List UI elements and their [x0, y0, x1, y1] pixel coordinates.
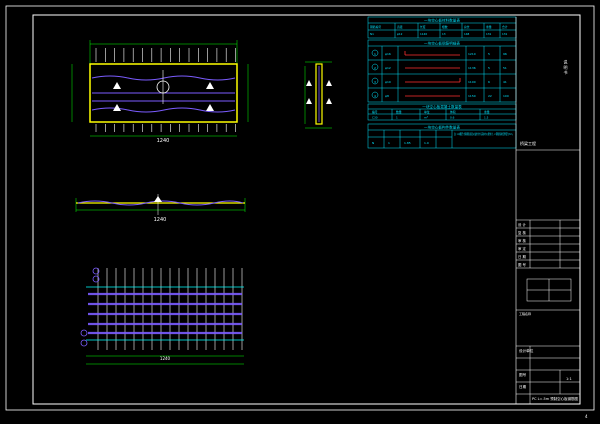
rebar-layout-view: 1240 — [80, 267, 244, 365]
title-block-row-label: 审 核 — [518, 238, 526, 243]
table-mid-wt: 51 — [503, 66, 507, 70]
table-foot-cell: N — [372, 141, 374, 145]
title-block-title: PC L=.5m 预制空心板钢筋图 — [532, 396, 578, 401]
plan-view: 1240 — [71, 40, 249, 144]
table-low-cell: 1.5 — [484, 116, 489, 120]
table-top-cell: 13 — [442, 32, 446, 36]
table-foot-cell: 1 — [388, 141, 390, 145]
side-note: 说 明 书 — [564, 59, 569, 76]
table-low-cell: 1 — [396, 116, 398, 120]
table-mid-cnt: 6 — [488, 80, 490, 84]
table-top-cell: 148 — [464, 32, 470, 36]
table-low-header: 重量 — [484, 110, 490, 114]
design-unit: 设计单位 — [519, 348, 534, 353]
elevation-view: 1240 — [75, 194, 246, 223]
table-mid-wt: 96 — [503, 52, 507, 56]
table-top-header: 重量 — [486, 25, 492, 29]
table-mid-cnt: 22 — [488, 94, 492, 98]
table-mid-dia: φ8 — [385, 94, 389, 98]
table-foot-cell: 1.0 — [424, 141, 429, 145]
table-top-cell: 131 — [486, 32, 492, 36]
table-top-cells: 钢筋编号 直径 长度 根数 总长 重量 合计 N1 φ12 1140 13 148 131 131 — [370, 25, 508, 36]
table-low-cell: C30 — [372, 116, 378, 120]
rebar-dim-total: 1240 — [160, 356, 171, 361]
title-label: 桥梁工程 — [520, 140, 536, 146]
table-mid-wt: 100 — [503, 94, 509, 98]
table-low-header: 编号 — [372, 110, 378, 114]
table-mid-no: 3 — [374, 80, 376, 84]
table-top-title: 一块空心板材料数量表 — [424, 18, 460, 23]
table-mid-cells: 1 φ16 1210 5 96 2 φ12 1136 5 51 3 φ10 1100 6 41 4 φ8 1150… — [374, 52, 509, 98]
table-mid-len: 1150 — [468, 94, 476, 98]
inner-border — [32, 14, 581, 405]
title-block-row-label: 日 期 — [518, 254, 526, 259]
date-label: 日期 — [519, 384, 527, 389]
table-mid-len: 1136 — [468, 66, 476, 70]
cad-drawing-canvas: 1240 1240 1240 一块空心板材料数量表 一块空心板钢筋明细表 一块空… — [5, 5, 595, 419]
table-mid-wt: 41 — [503, 80, 507, 84]
elev-dim-total: 1240 — [154, 217, 167, 223]
project-label: 工程名称 — [519, 311, 531, 316]
table-mid-no: 1 — [374, 52, 376, 56]
section-view — [304, 61, 332, 129]
table-mid-title: 一块空心板钢筋明细表 — [424, 41, 460, 46]
table-low-header: 单位 — [424, 110, 430, 114]
table-low-header: 体积 — [450, 110, 456, 114]
table-top-header: 总长 — [464, 25, 470, 29]
table-top-cell: 1140 — [420, 32, 427, 36]
table-mid-no: 2 — [374, 66, 376, 70]
table-top-cell: 131 — [502, 32, 508, 36]
drawing-no-label: 图号 — [519, 372, 527, 377]
title-block-row-label: 复 核 — [518, 230, 526, 235]
table-top-header: 钢筋编号 — [370, 25, 381, 29]
plan-dim-total: 1240 — [157, 138, 170, 144]
table-top-cell: φ12 — [397, 32, 403, 36]
table-foot-title: 一块空心板构件数量表 — [424, 125, 460, 130]
scale-label: 1:1 — [566, 377, 572, 381]
table-mid-dia: φ10 — [385, 80, 391, 84]
table-top-header: 直径 — [397, 25, 403, 29]
table-top-header: 根数 — [442, 25, 448, 29]
table-foot-cell: 1.85 — [404, 141, 411, 145]
table-low-header: 数量 — [396, 110, 402, 114]
table-top-header: 合计 — [502, 25, 508, 29]
table-low-cells: 编号 数量 单位 体积 重量 C30 1 m³ 0.6 1.5 — [372, 110, 490, 120]
table-mid-no: 4 — [374, 94, 376, 98]
table-low-title: 一块空心板混凝土数量表 — [422, 104, 462, 109]
table-mid-cnt: 5 — [488, 66, 490, 70]
corner-number: 4 — [585, 414, 588, 419]
title-block-row-label: 审 定 — [518, 246, 526, 251]
table-top-header: 长度 — [420, 25, 426, 29]
table-foot-note: 注: 1.本图尺寸除钢筋直径以毫米计外,其余均以厘米计。2.钢筋保护层厚度为3c… — [454, 132, 514, 136]
table-low-cell: m³ — [424, 116, 428, 120]
table-top-cell: N1 — [370, 32, 374, 36]
title-block-row-label: 设 计 — [518, 222, 526, 227]
table-foot-cells: N 1 1.85 1.0 — [372, 141, 429, 145]
table-mid-len: 1100 — [468, 80, 476, 84]
table-mid-dia: φ12 — [385, 66, 391, 70]
table-mid-len: 1210 — [468, 52, 476, 56]
table-mid-dia: φ16 — [385, 52, 391, 56]
title-block-row-label: 图 号 — [518, 262, 526, 267]
table-mid-cnt: 5 — [488, 52, 490, 56]
table-low-cell: 0.6 — [450, 116, 455, 120]
